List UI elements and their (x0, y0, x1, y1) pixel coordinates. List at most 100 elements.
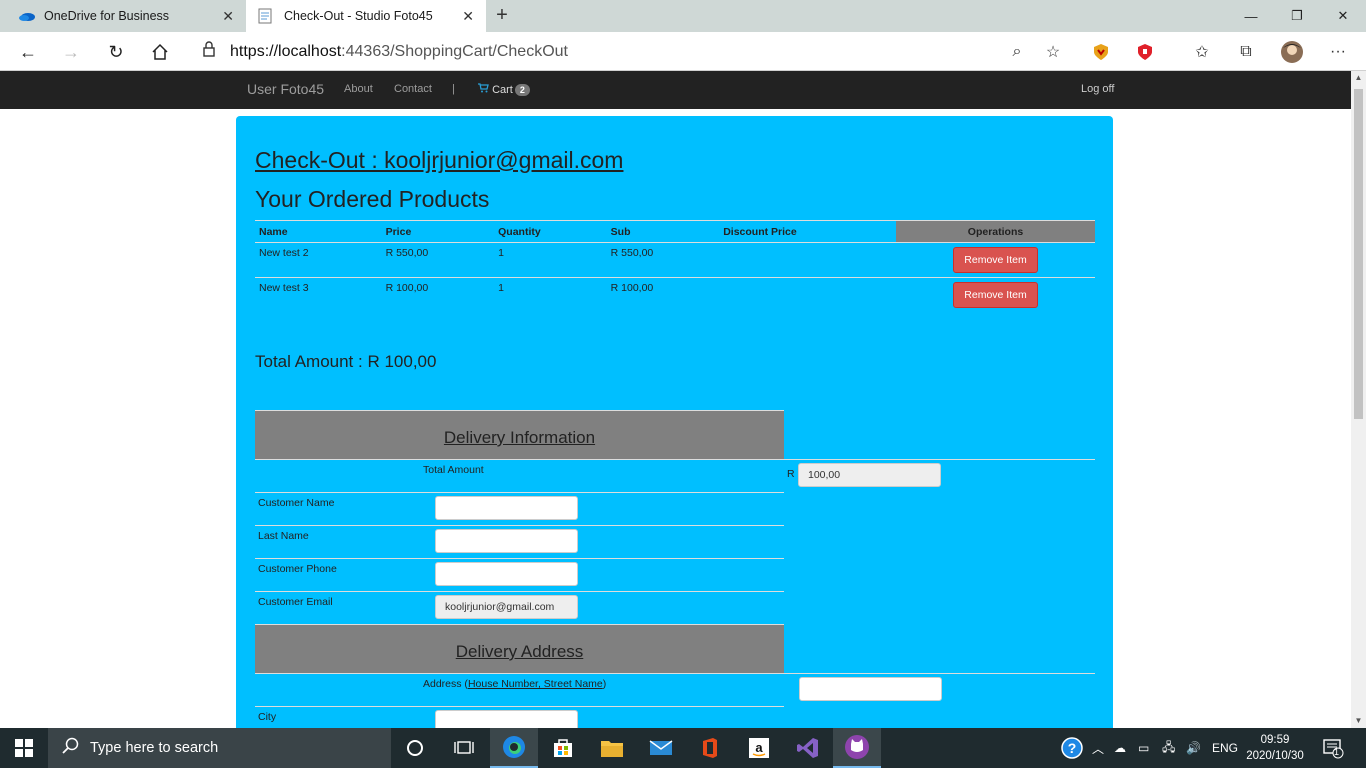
divider (255, 525, 784, 526)
network-icon[interactable]: 🖧 (1162, 728, 1175, 768)
checkout-heading-link[interactable]: Check-Out : kooljrjunior@gmail.com (255, 147, 623, 174)
new-tab-plus-icon[interactable]: + (490, 4, 514, 28)
scroll-down-arrow-icon[interactable]: ▼ (1351, 714, 1366, 728)
page-scrollbar[interactable]: ▲ ▼ (1351, 71, 1366, 728)
refresh-icon[interactable]: ↻ (101, 37, 131, 67)
battery-icon[interactable]: ▭ (1138, 728, 1149, 768)
favorite-star-icon[interactable]: ☆ (1041, 40, 1065, 64)
divider (255, 558, 784, 559)
nav-cart-link[interactable]: Cart 2 (478, 83, 530, 96)
profile-avatar[interactable] (1280, 40, 1304, 64)
close-tab-icon[interactable]: ✕ (222, 8, 234, 25)
cell-discount (719, 277, 897, 312)
customer-name-label: Customer Name (258, 497, 335, 509)
adblock-icon[interactable] (1133, 40, 1157, 64)
clock[interactable]: 09:59 2020/10/30 (1240, 732, 1310, 764)
customer-phone-field[interactable] (435, 562, 578, 586)
cell-price: R 550,00 (381, 242, 495, 278)
table-header-row: Name Price Quantity Sub Discount Price O… (255, 220, 1095, 243)
browser-tab-strip: OneDrive for Business ✕ Check-Out - Stud… (0, 0, 1366, 32)
tab-title: OneDrive for Business (44, 9, 170, 23)
task-view-icon[interactable] (440, 728, 488, 768)
delivery-information-heading[interactable]: Delivery Information (255, 428, 784, 448)
mail-icon[interactable] (637, 728, 685, 768)
checkout-panel: Check-Out : kooljrjunior@gmail.com Your … (236, 116, 1113, 736)
cell-operations: Remove Item (896, 242, 1095, 278)
file-explorer-icon[interactable] (588, 728, 636, 768)
taskbar-search-box[interactable]: Type here to search (48, 728, 391, 768)
address-field[interactable] (799, 677, 942, 701)
divider (255, 492, 784, 493)
address-bar[interactable]: https://localhost:44363/ShoppingCart/Che… (188, 36, 1074, 67)
browser-toolbar: ← → ↻ https://localhost:44363/ShoppingCa… (0, 32, 1366, 71)
customer-email-label: Customer Email (258, 596, 333, 608)
currency-symbol: R (787, 468, 795, 480)
scroll-up-arrow-icon[interactable]: ▲ (1351, 71, 1366, 85)
back-arrow-icon[interactable]: ← (13, 37, 43, 67)
favorites-list-icon[interactable]: ✩ (1190, 40, 1214, 64)
address-label: Address (House Number, Street Name) (423, 678, 606, 690)
col-header-quantity: Quantity (494, 220, 607, 243)
clock-time: 09:59 (1260, 734, 1290, 746)
divider (255, 673, 1095, 674)
customer-email-field[interactable] (435, 595, 578, 619)
remove-item-button[interactable]: Remove Item (953, 247, 1038, 273)
tab-title: Check-Out - Studio Foto45 (284, 9, 433, 23)
customer-name-field[interactable] (435, 496, 578, 520)
store-icon[interactable] (539, 728, 587, 768)
browser-tab-checkout[interactable]: Check-Out - Studio Foto45 ✕ (246, 0, 486, 32)
onedrive-tray-icon[interactable]: ☁ (1114, 728, 1126, 768)
site-navbar: User Foto45 About Contact | Cart 2 Log of… (0, 71, 1351, 109)
url-host: https://localhost (230, 42, 342, 60)
cart-label: Cart (492, 84, 513, 96)
office-icon[interactable] (686, 728, 734, 768)
volume-icon[interactable]: 🔊 (1186, 728, 1201, 768)
address-label-link[interactable]: House Number, Street Name (468, 678, 603, 690)
search-icon (62, 737, 80, 760)
svg-text:a: a (755, 740, 763, 755)
remove-item-button[interactable]: Remove Item (953, 282, 1038, 308)
amazon-icon[interactable]: a (735, 728, 783, 768)
page-document-icon (258, 8, 274, 24)
city-label: City (258, 711, 277, 723)
delivery-information-header: Delivery Information (255, 410, 784, 459)
home-icon[interactable] (145, 37, 175, 67)
close-tab-icon[interactable]: ✕ (462, 8, 474, 25)
cell-quantity: 1 (494, 277, 607, 312)
cell-sub: R 550,00 (606, 242, 720, 278)
language-indicator[interactable]: ENG (1212, 728, 1238, 768)
cortana-icon[interactable] (391, 728, 439, 768)
delivery-address-header: Delivery Address (255, 624, 784, 673)
total-amount-label: Total Amount (423, 464, 484, 476)
more-options-icon[interactable]: ··· (1326, 40, 1350, 64)
restore-icon[interactable]: ❐ (1274, 0, 1320, 32)
logoff-link[interactable]: Log off (1081, 83, 1114, 95)
nav-contact-link[interactable]: Contact (394, 83, 432, 95)
visual-studio-icon[interactable] (784, 728, 832, 768)
zoom-icon[interactable]: ⌕ (1005, 40, 1029, 64)
svg-text:?: ? (1068, 740, 1077, 756)
lock-icon (202, 41, 216, 62)
minimize-icon[interactable]: — (1228, 0, 1274, 32)
help-icon[interactable]: ? (1060, 728, 1084, 768)
forward-arrow-icon[interactable]: → (56, 37, 86, 67)
nav-about-link[interactable]: About (344, 83, 373, 95)
notifications-icon[interactable]: 1 (1322, 728, 1344, 768)
site-brand-link[interactable]: User Foto45 (247, 81, 324, 97)
scrollbar-thumb[interactable] (1354, 89, 1363, 419)
app-cat-icon[interactable] (833, 728, 881, 768)
collections-icon[interactable]: ⧉ (1234, 40, 1258, 64)
windows-start-icon[interactable] (0, 728, 48, 768)
edge-browser-icon[interactable] (490, 728, 538, 768)
col-header-price: Price (381, 220, 495, 243)
divider (255, 706, 784, 707)
last-name-label: Last Name (258, 530, 309, 542)
total-amount-field[interactable] (798, 463, 941, 487)
last-name-field[interactable] (435, 529, 578, 553)
show-hidden-icons-chevron-icon[interactable]: ︿ (1092, 728, 1104, 768)
table-row: New test 2 R 550,00 1 R 550,00 Remove It… (255, 242, 1095, 278)
browser-tab-onedrive[interactable]: OneDrive for Business ✕ (0, 0, 246, 32)
close-window-icon[interactable]: ✕ (1320, 0, 1366, 32)
extension-shield-icon[interactable] (1089, 40, 1113, 64)
delivery-address-heading[interactable]: Delivery Address (255, 642, 784, 662)
